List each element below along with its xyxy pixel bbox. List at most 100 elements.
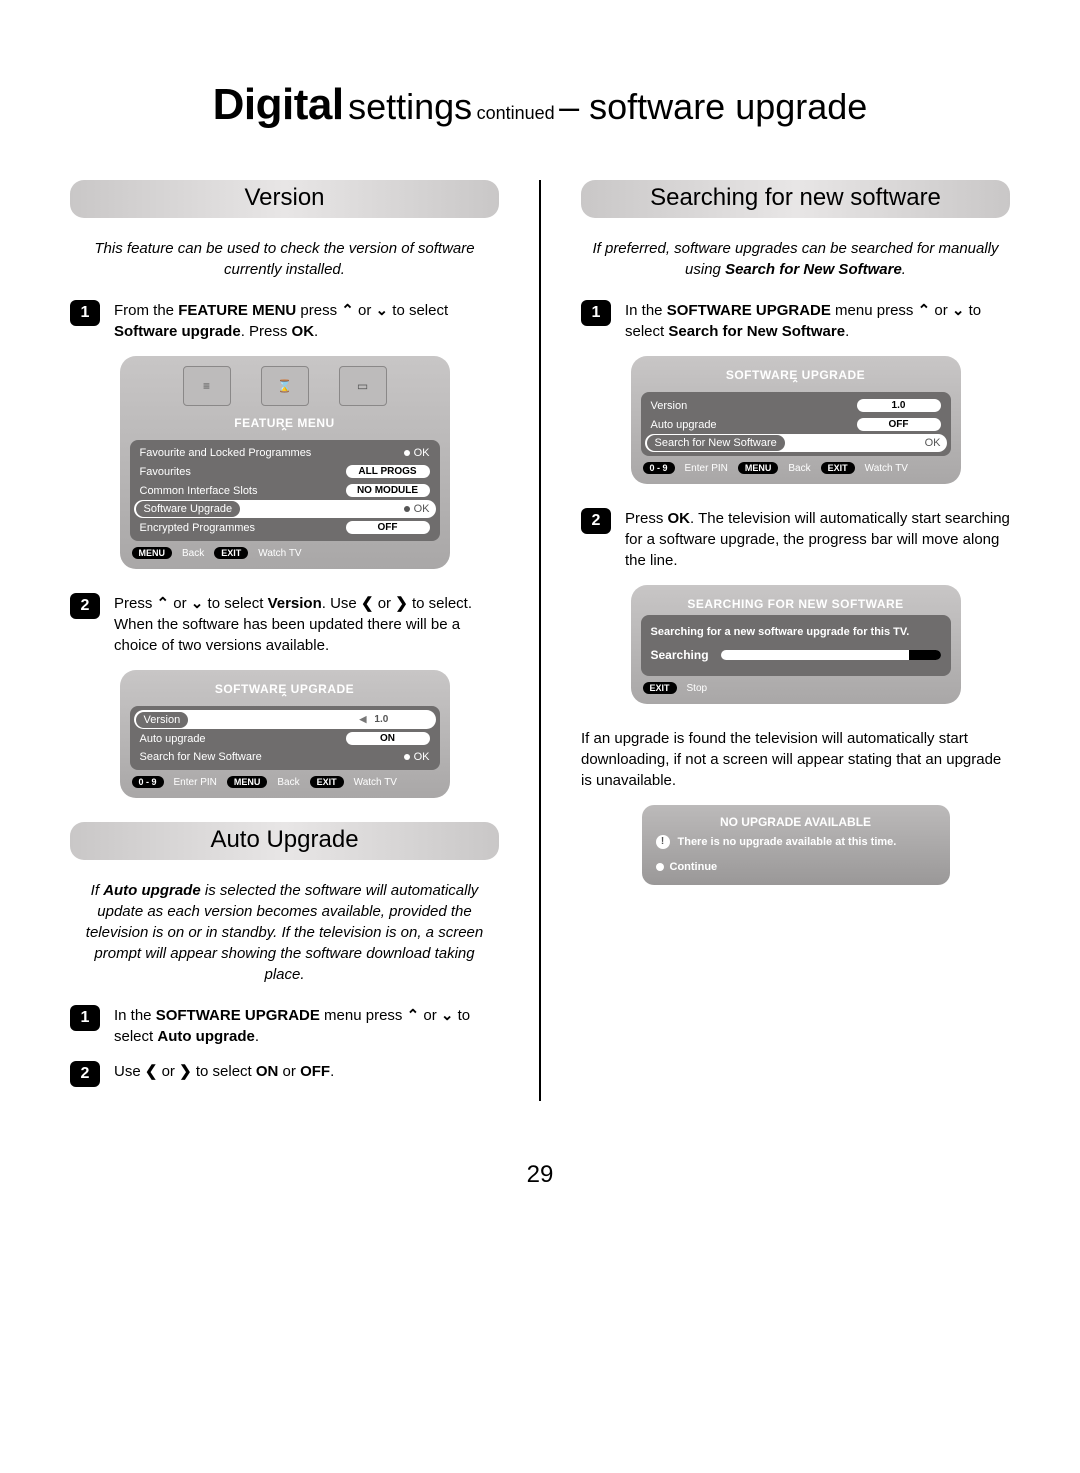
section-searching: Searching for new software xyxy=(581,180,1010,218)
footer-label: Back xyxy=(788,463,810,474)
searching-intro: If preferred, software upgrades can be s… xyxy=(591,238,1000,280)
info-icon: ! xyxy=(656,835,670,849)
title-software-upgrade: – software upgrade xyxy=(559,86,867,127)
osd-row-label: Search for New Software xyxy=(647,435,785,451)
au-step-2-badge: 2 xyxy=(70,1061,100,1087)
footer-pill: 0 - 9 xyxy=(132,776,164,788)
down-arrow-icon: ⌄ xyxy=(191,595,204,612)
down-arrow-icon: ⌄ xyxy=(441,1007,454,1024)
footer-pill: EXIT xyxy=(821,462,855,474)
searching-result-text: If an upgrade is found the television wi… xyxy=(581,728,1010,791)
searching-step-1: In the SOFTWARE UPGRADE menu press ⌃ or … xyxy=(625,300,1010,342)
osd-version-control: ◀1.0▶ xyxy=(350,713,430,726)
no-upgrade-message: There is no upgrade available at this ti… xyxy=(678,835,897,850)
osd-row: Favourite and Locked Programmes OK xyxy=(134,444,436,462)
page-title: Digital settings continued – software up… xyxy=(70,80,1010,130)
auto-upgrade-step-1: In the SOFTWARE UPGRADE menu press ⌃ or … xyxy=(114,1005,499,1047)
up-arrow-icon: ⌃ xyxy=(341,302,354,319)
osd-row: Version 1.0 xyxy=(645,396,947,415)
left-arrow-icon: ❮ xyxy=(145,1063,158,1080)
version-intro: This feature can be used to check the ve… xyxy=(80,238,489,280)
osd-icon-1: ≡ xyxy=(183,366,231,406)
footer-pill: MENU xyxy=(738,462,779,474)
footer-label: Enter PIN xyxy=(174,777,217,788)
down-arrow-icon: ⌄ xyxy=(952,302,965,319)
footer-pill: EXIT xyxy=(214,547,248,559)
section-auto-upgrade: Auto Upgrade xyxy=(70,822,499,860)
right-arrow-icon: ❯ xyxy=(395,595,408,612)
osd-row: Search for New Software OK xyxy=(645,434,947,452)
osd-row-label: Version xyxy=(651,400,688,412)
footer-label: Back xyxy=(277,777,299,788)
osd-ok-action: OK xyxy=(404,751,430,763)
osd-row: Version ◀1.0▶ xyxy=(134,710,436,729)
down-arrow-icon: ⌄ xyxy=(376,302,389,319)
auto-upgrade-intro: If Auto upgrade is selected the software… xyxy=(80,880,489,985)
osd-ok-action: OK xyxy=(404,447,430,459)
osd-value-pill: 1.0 xyxy=(857,399,941,412)
footer-pill: EXIT xyxy=(310,776,344,788)
osd-value-pill: OFF xyxy=(346,521,430,534)
osd-row: Auto upgrade OFF xyxy=(645,415,947,434)
searching-label: Searching xyxy=(651,648,709,662)
footer-pill: MENU xyxy=(132,547,173,559)
footer-pill: MENU xyxy=(227,776,268,788)
version-step-2: Press ⌃ or ⌄ to select Version. Use ❮ or… xyxy=(114,593,499,656)
osd-value-pill: ALL PROGS xyxy=(346,465,430,478)
footer-pill: EXIT xyxy=(643,682,677,694)
title-digital: Digital xyxy=(213,80,344,129)
osd-row-label: Search for New Software xyxy=(140,751,262,763)
osd-row-label: Software Upgrade xyxy=(136,501,241,517)
searching-message: Searching for a new software upgrade for… xyxy=(651,625,941,640)
footer-label: Watch TV xyxy=(865,463,908,474)
searching-osd: SEARCHING FOR NEW SOFTWARE Searching for… xyxy=(631,585,961,704)
osd-row: Auto upgrade ON xyxy=(134,729,436,748)
feature-menu-osd: ≡ ⌛ ▭ FEATURE MENU ⌃ Favourite and Locke… xyxy=(120,356,450,569)
up-arrow-icon: ⌃ xyxy=(407,1007,420,1024)
title-continued: continued xyxy=(477,103,555,123)
title-settings: settings xyxy=(348,86,472,127)
no-upgrade-osd: NO UPGRADE AVAILABLE ! There is no upgra… xyxy=(642,805,950,884)
osd-row: Search for New Software OK xyxy=(134,748,436,766)
osd-row: Encrypted Programmes OFF xyxy=(134,518,436,537)
footer-label: Back xyxy=(182,548,204,559)
right-arrow-icon: ❯ xyxy=(179,1063,192,1080)
osd-row-label: Favourite and Locked Programmes xyxy=(140,447,312,459)
continue-row: Continue xyxy=(656,861,936,873)
osd-ok-action: OK xyxy=(915,437,941,449)
page-number: 29 xyxy=(70,1161,1010,1189)
osd-row-label: Encrypted Programmes xyxy=(140,522,256,534)
osd-row: Common Interface SlotsNO MODULE xyxy=(134,481,436,500)
osd-row-label: Version xyxy=(136,712,189,728)
software-upgrade-osd-1: SOFTWARE UPGRADE⌃ Version◀1.0▶Auto upgra… xyxy=(120,670,450,798)
section-version: Version xyxy=(70,180,499,218)
osd-row-label: Favourites xyxy=(140,466,191,478)
osd-icon-3: ▭ xyxy=(339,366,387,406)
osd-icon-2: ⌛ xyxy=(261,366,309,406)
search-step-2-badge: 2 xyxy=(581,508,611,534)
feature-menu-title: FEATURE MENU ⌃ xyxy=(130,414,440,440)
no-upgrade-title: NO UPGRADE AVAILABLE xyxy=(656,815,936,829)
osd-value-pill: ON xyxy=(346,732,430,745)
up-arrow-icon: ⌃ xyxy=(918,302,931,319)
osd-row-label: Auto upgrade xyxy=(140,733,206,745)
up-arrow-icon: ⌃ xyxy=(157,595,170,612)
au-step-1-badge: 1 xyxy=(70,1005,100,1031)
step-1-badge: 1 xyxy=(70,300,100,326)
step-2-badge: 2 xyxy=(70,593,100,619)
footer-label: Watch TV xyxy=(258,548,301,559)
column-divider xyxy=(539,180,541,1101)
software-upgrade-osd-2: SOFTWARE UPGRADE⌃ Version1.0Auto upgrade… xyxy=(631,356,961,484)
osd-ok-action: OK xyxy=(404,503,430,515)
searching-step-2: Press OK. The television will automatica… xyxy=(625,508,1010,571)
footer-label: Stop xyxy=(687,683,708,694)
osd-row-label: Common Interface Slots xyxy=(140,485,258,497)
footer-label: Enter PIN xyxy=(685,463,728,474)
osd-row-label: Auto upgrade xyxy=(651,419,717,431)
osd-value-pill: OFF xyxy=(857,418,941,431)
osd-row: Favourites ALL PROGS xyxy=(134,462,436,481)
progress-bar xyxy=(721,650,941,660)
left-arrow-icon: ❮ xyxy=(361,595,374,612)
auto-upgrade-step-2: Use ❮ or ❯ to select ON or OFF. xyxy=(114,1061,334,1082)
footer-label: Watch TV xyxy=(354,777,397,788)
